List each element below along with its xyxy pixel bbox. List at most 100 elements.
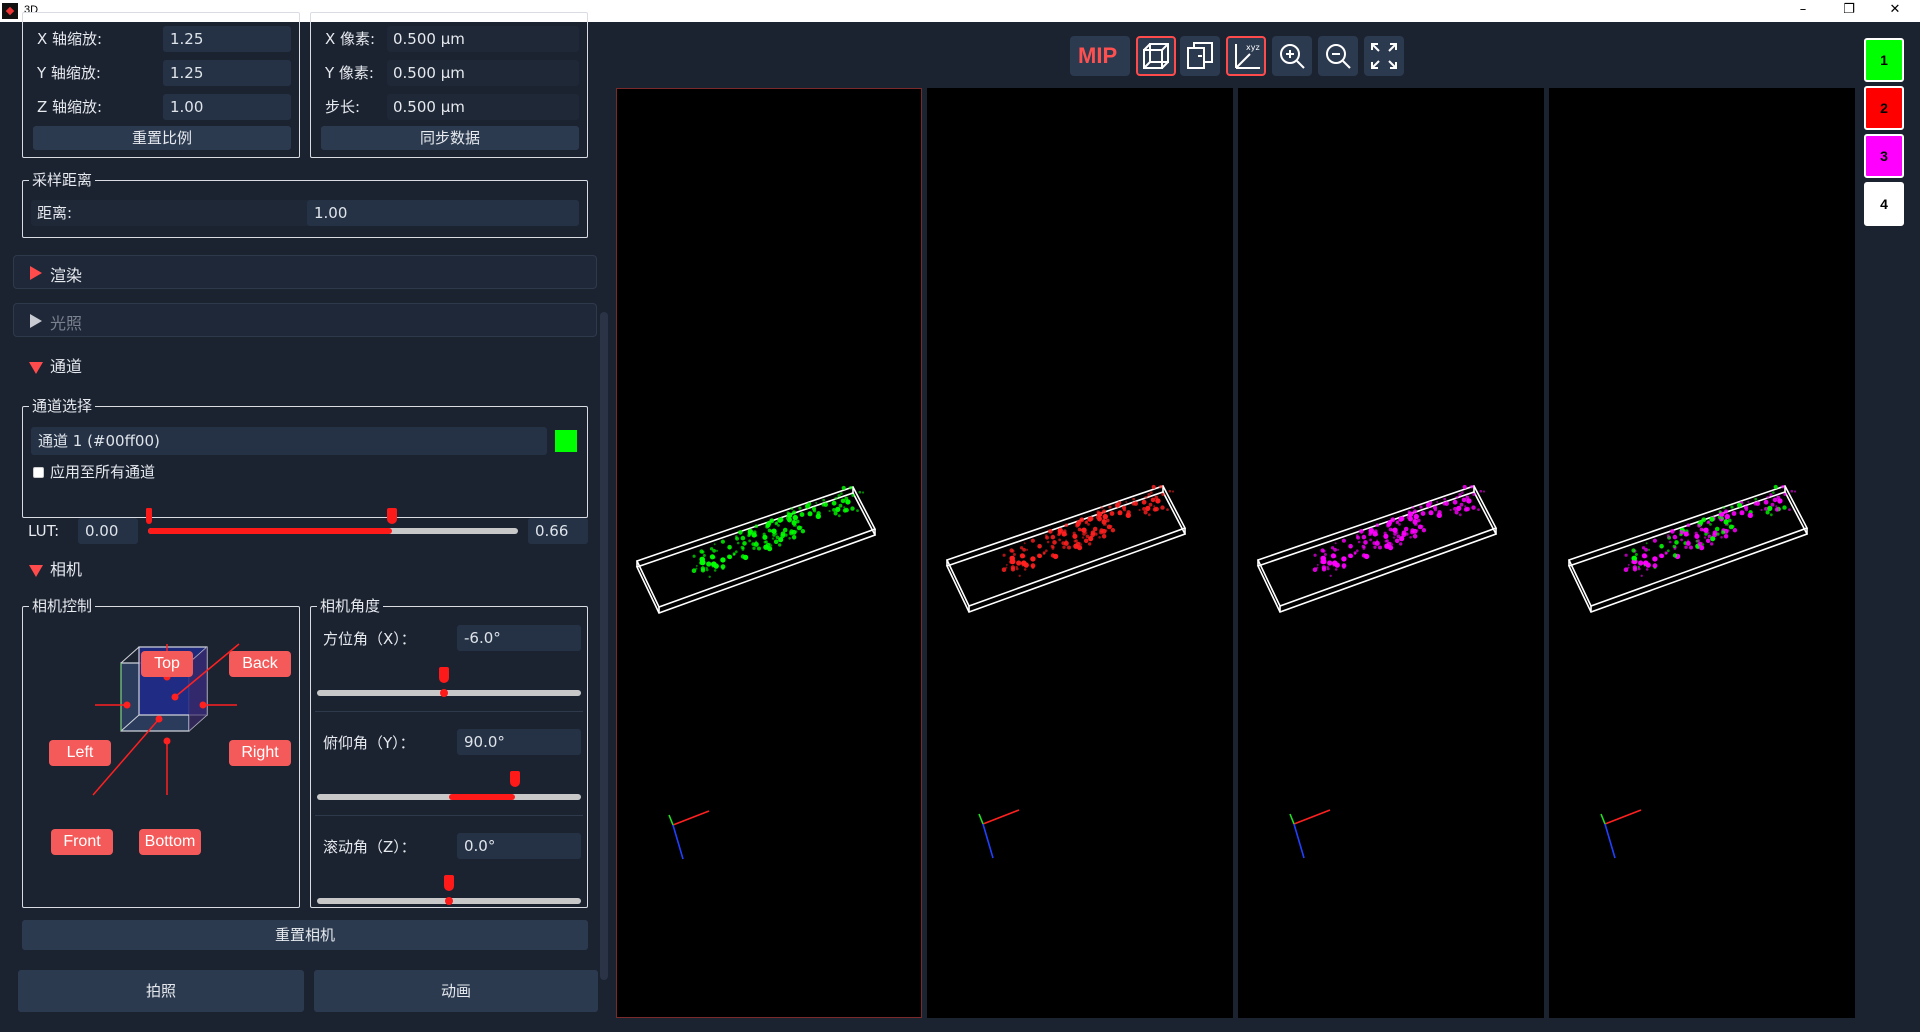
reset-scale-button[interactable]: 重置比例 xyxy=(33,126,291,150)
sampling-group: 采样距离 距离: 1.00 xyxy=(22,171,588,238)
camera-angle-title: 相机角度 xyxy=(317,597,384,615)
azimuth-slider-handle[interactable] xyxy=(439,667,449,683)
y-pixel-value: 0.500 µm xyxy=(393,64,465,82)
x-pixel-input[interactable]: 0.500 µm xyxy=(387,26,579,52)
lut-min-handle[interactable] xyxy=(146,508,152,524)
volume-render xyxy=(1256,484,1498,859)
axes-icon: xyz xyxy=(1235,43,1260,69)
fullscreen-button[interactable] xyxy=(1364,36,1404,76)
zoom-in-button[interactable] xyxy=(1272,36,1312,76)
divider xyxy=(315,711,583,712)
channel-3-button[interactable]: 3 xyxy=(1864,134,1904,178)
x-pixel-value: 0.500 µm xyxy=(393,30,465,48)
z-scale-input[interactable]: 1.00 xyxy=(163,94,291,120)
x-pixel-label: X 像素: xyxy=(325,30,376,48)
mip-button[interactable]: MIP xyxy=(1070,36,1130,76)
mip-label: MIP xyxy=(1078,43,1118,68)
x-scale-input[interactable]: 1.25 xyxy=(163,26,291,52)
sampling-title: 采样距离 xyxy=(29,171,96,189)
close-button[interactable]: ✕ xyxy=(1872,0,1918,22)
apply-all-checkbox[interactable] xyxy=(33,467,44,478)
clip-plane-icon xyxy=(1187,42,1213,69)
channel-1-button[interactable]: 1 xyxy=(1864,38,1904,82)
animation-button[interactable]: 动画 xyxy=(314,970,598,1012)
apply-all-label: 应用至所有通道 xyxy=(50,463,156,481)
roll-input[interactable]: 0.0° xyxy=(457,833,581,859)
z-scale-label: Z 轴缩放: xyxy=(37,98,103,116)
scale-group: X 轴缩放: 1.25 Y 轴缩放: 1.25 Z 轴缩放: 1.00 重置比例 xyxy=(22,12,300,158)
lut-min-input[interactable]: 0.00 xyxy=(78,518,138,544)
y-scale-label: Y 轴缩放: xyxy=(37,64,101,82)
clip-button[interactable] xyxy=(1180,36,1220,76)
camera-section-title[interactable]: 相机 xyxy=(50,560,82,580)
channel-select-group: 通道选择 通道 1 (#00ff00) 应用至所有通道 xyxy=(22,397,588,518)
collapse-icon[interactable] xyxy=(29,362,43,374)
channel-section-title[interactable]: 通道 xyxy=(50,357,82,377)
pitch-slider-handle[interactable] xyxy=(510,771,520,787)
channel-color-swatch[interactable] xyxy=(555,430,577,452)
view-back-button[interactable]: Back xyxy=(229,651,291,677)
zoom-out-button[interactable] xyxy=(1318,36,1358,76)
bounding-box-button[interactable] xyxy=(1136,36,1176,76)
volume-render xyxy=(945,484,1187,859)
x-scale-label: X 轴缩放: xyxy=(37,30,103,48)
distance-label-cell: 距离: xyxy=(31,200,311,226)
minimize-button[interactable]: – xyxy=(1780,0,1826,22)
azimuth-input[interactable]: -6.0° xyxy=(457,625,581,651)
roll-label: 滚动角（Z）： xyxy=(323,838,416,856)
panel-scrollbar[interactable] xyxy=(600,312,608,980)
lighting-section-header[interactable]: 光照 xyxy=(13,303,597,337)
distance-label: 距离: xyxy=(37,204,73,222)
axes-button[interactable]: xyz xyxy=(1226,36,1266,76)
viewport-channel-1[interactable] xyxy=(616,88,922,1018)
render-section-header[interactable]: 渲染 xyxy=(13,255,597,289)
view-right-button[interactable]: Right xyxy=(229,740,291,766)
zoom-in-icon xyxy=(1280,44,1305,69)
channel-4-button[interactable]: 4 xyxy=(1864,182,1904,226)
viewport-channel-2[interactable] xyxy=(927,88,1233,1018)
pitch-slider-fill xyxy=(449,794,515,800)
viewport-channel-3[interactable] xyxy=(1238,88,1544,1018)
y-pixel-input[interactable]: 0.500 µm xyxy=(387,60,579,86)
reset-camera-button[interactable]: 重置相机 xyxy=(22,920,588,950)
view-bottom-button[interactable]: Bottom xyxy=(139,829,201,855)
view-top-button[interactable]: Top xyxy=(141,651,193,677)
zoom-out-icon xyxy=(1326,44,1351,69)
channel-dropdown[interactable]: 通道 1 (#00ff00) xyxy=(31,427,547,455)
axes-label: xyz xyxy=(1246,43,1260,52)
expand-icon xyxy=(30,266,42,280)
y-scale-input[interactable]: 1.25 xyxy=(163,60,291,86)
collapse-icon[interactable] xyxy=(29,565,43,577)
volume-render xyxy=(1567,484,1809,859)
channel-select-title: 通道选择 xyxy=(29,397,96,415)
roll-slider-dot xyxy=(445,897,453,905)
camera-angle-group: 相机角度 方位角（X）： -6.0° 俯仰角（Y）： 90.0° 滚动角（Z）：… xyxy=(310,597,588,908)
azimuth-slider-dot xyxy=(440,689,448,697)
roll-slider-handle[interactable] xyxy=(444,875,454,891)
camera-control-group: 相机控制 Top Back Left Right Front Bottom xyxy=(22,597,300,908)
step-label: 步长: xyxy=(325,98,361,116)
lut-max-handle[interactable] xyxy=(387,508,397,524)
maximize-button[interactable]: ❐ xyxy=(1826,0,1872,22)
azimuth-label: 方位角（X）： xyxy=(323,630,416,648)
step-input[interactable]: 0.500 µm xyxy=(387,94,579,120)
pitch-label: 俯仰角（Y）： xyxy=(323,734,415,752)
snapshot-button[interactable]: 拍照 xyxy=(18,970,304,1012)
view-left-button[interactable]: Left xyxy=(49,740,111,766)
divider xyxy=(315,815,583,816)
channel-2-button[interactable]: 2 xyxy=(1864,86,1904,130)
view-front-button[interactable]: Front xyxy=(51,829,113,855)
lut-label: LUT: xyxy=(28,522,60,540)
step-value: 0.500 µm xyxy=(393,98,465,116)
viewport-channel-4[interactable] xyxy=(1549,88,1855,1018)
lut-slider-range xyxy=(148,528,392,534)
lighting-section-title: 光照 xyxy=(50,314,83,333)
sync-data-button[interactable]: 同步数据 xyxy=(321,126,579,150)
pitch-input[interactable]: 90.0° xyxy=(457,729,581,755)
render-section-title: 渲染 xyxy=(50,266,83,285)
lut-max-input[interactable]: 0.66 xyxy=(528,518,588,544)
settings-panel: X 轴缩放: 1.25 Y 轴缩放: 1.25 Z 轴缩放: 1.00 重置比例… xyxy=(0,12,608,1032)
azimuth-slider-track[interactable] xyxy=(317,690,581,696)
expand-icon xyxy=(30,314,42,328)
distance-input[interactable]: 1.00 xyxy=(307,200,579,226)
